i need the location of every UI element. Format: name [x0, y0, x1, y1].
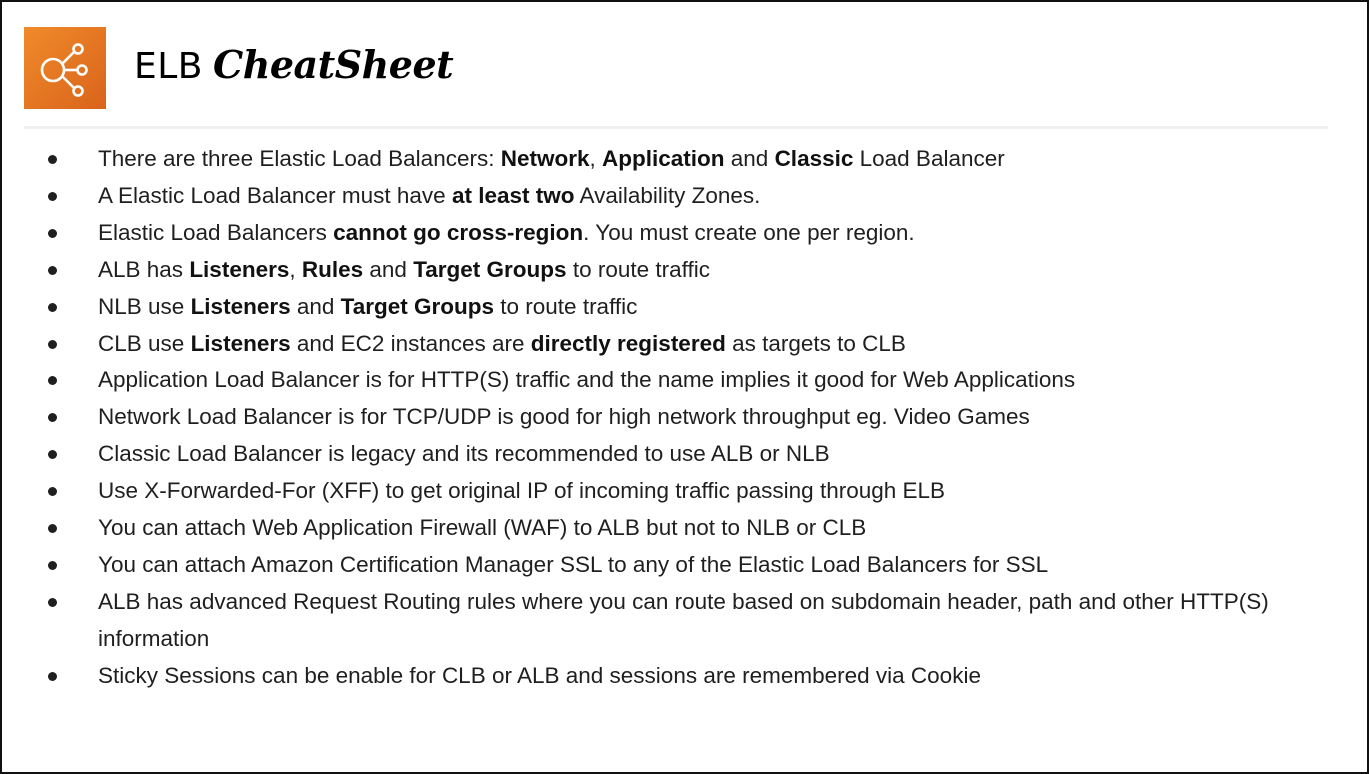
bullet-dot-icon — [48, 560, 57, 570]
bullet-dot-icon — [48, 228, 57, 238]
bullet-item: There are three Elastic Load Balancers: … — [42, 141, 1342, 178]
bullet-item: CLB use Listeners and EC2 instances are … — [42, 326, 1342, 363]
bullet-dot-icon — [48, 339, 57, 349]
bullet-text: and EC2 instances are — [290, 330, 531, 356]
bullet-text: Load Balancer — [853, 146, 1005, 171]
bullet-item: Elastic Load Balancers cannot go cross-r… — [42, 215, 1342, 252]
bullet-bold-text: directly registered — [530, 330, 726, 356]
bullet-bold-text: Application — [602, 146, 725, 171]
bullet-text: , — [589, 146, 603, 171]
bullet-dot-icon — [48, 376, 57, 386]
bullet-item: You can attach Amazon Certification Mana… — [42, 547, 1342, 584]
bullet-dot-icon — [48, 487, 57, 497]
bullet-bold-text: Target Groups — [413, 256, 567, 282]
bullet-dot-icon — [48, 155, 57, 164]
bullet-text: Classic Load Balancer is legacy and its … — [98, 441, 830, 467]
bullet-dot-icon — [48, 450, 57, 460]
bullet-dot-icon — [48, 302, 57, 312]
bullet-bold-text: cannot go cross-region — [333, 219, 584, 245]
bullet-item: NLB use Listeners and Target Groups to r… — [42, 289, 1342, 326]
share-nodes-icon — [40, 43, 88, 97]
bullet-bold-text: Network — [500, 146, 590, 171]
bullet-item: ALB has Listeners, Rules and Target Grou… — [42, 252, 1342, 289]
bullet-text: . You must create one per region. — [583, 219, 915, 245]
bullet-bold-text: at least two — [451, 182, 575, 208]
bullet-bold-text: Rules — [301, 256, 364, 282]
bullet-item: ALB has advanced Request Routing rules w… — [42, 584, 1298, 658]
bullet-item: You can attach Web Application Firewall … — [42, 510, 1342, 547]
bullet-list: There are three Elastic Load Balancers: … — [42, 141, 1342, 695]
bullet-bold-text: Listeners — [190, 330, 291, 356]
title-script: CheatSheet — [213, 42, 454, 87]
bullet-dot-icon — [48, 413, 57, 423]
bullet-dot-icon — [48, 671, 57, 681]
bullet-text: There are three Elastic Load Balancers: — [98, 146, 501, 171]
bullet-dot-icon — [48, 524, 57, 534]
bullet-text: to route traffic — [494, 293, 638, 319]
bullet-bold-text: Listeners — [189, 256, 290, 282]
bullet-item: A Elastic Load Balancer must have at lea… — [42, 178, 1342, 215]
bullet-bold-text: Listeners — [190, 293, 291, 319]
bullet-text: Elastic Load Balancers — [98, 219, 334, 245]
bullet-text: You can attach Web Application Firewall … — [98, 515, 867, 541]
bullet-text: A Elastic Load Balancer must have — [98, 182, 452, 208]
bullet-item: Use X-Forwarded-For (XFF) to get origina… — [42, 473, 1342, 510]
page-title: ELB CheatSheet — [134, 42, 454, 92]
bullet-text: ALB has advanced Request Routing rules w… — [98, 588, 1269, 651]
bullet-text: and — [290, 293, 341, 319]
bullet-text: and — [363, 256, 414, 282]
bullet-text: and — [724, 146, 775, 171]
bullet-text: Availability Zones. — [574, 182, 761, 208]
bullet-dot-icon — [48, 191, 57, 201]
bullet-text: Network Load Balancer is for TCP/UDP is … — [98, 404, 1030, 430]
bullet-item: Classic Load Balancer is legacy and its … — [42, 436, 1342, 473]
bullet-text: as targets to CLB — [725, 330, 906, 356]
bullet-item: Network Load Balancer is for TCP/UDP is … — [42, 399, 1342, 436]
bullet-item: Sticky Sessions can be enable for CLB or… — [42, 658, 1342, 695]
title-divider — [24, 126, 1328, 129]
bullet-text: Sticky Sessions can be enable for CLB or… — [98, 662, 981, 688]
bullet-text: ALB has — [98, 256, 190, 282]
bullet-item: Application Load Balancer is for HTTP(S)… — [42, 362, 1342, 399]
bullet-text: CLB use — [98, 330, 191, 356]
bullet-bold-text: Target Groups — [340, 293, 495, 319]
bullet-text: You can attach Amazon Certification Mana… — [98, 551, 1049, 577]
bullet-text: to route traffic — [566, 256, 710, 282]
bullet-dot-icon — [48, 265, 57, 275]
bullet-text: , — [289, 256, 302, 282]
bullet-bold-text: Classic — [774, 146, 854, 171]
bullet-text: Use X-Forwarded-For (XFF) to get origina… — [98, 478, 946, 504]
title-main: ELB — [134, 46, 203, 87]
cheatsheet-slide: ELB CheatSheet There are three Elastic L… — [0, 0, 1369, 774]
bullet-text: NLB use — [98, 293, 191, 319]
elb-logo — [24, 27, 106, 109]
bullet-text: Application Load Balancer is for HTTP(S)… — [98, 367, 1076, 393]
bullet-dot-icon — [48, 597, 57, 607]
